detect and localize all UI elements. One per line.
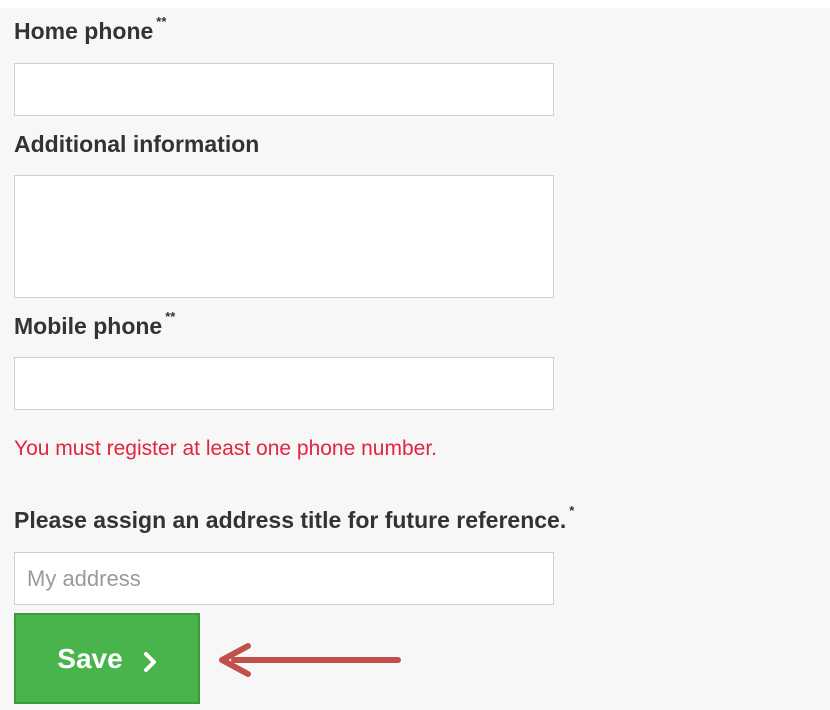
address-title-input[interactable] (14, 552, 554, 605)
chevron-right-icon (143, 648, 157, 672)
left-arrow-annotation-icon (219, 643, 401, 677)
mobile-phone-label: Mobile phone ** (14, 309, 175, 340)
home-phone-label-text: Home phone (14, 18, 154, 44)
address-title-label: Please assign an address title for futur… (14, 503, 574, 534)
phone-error-message: You must register at least one phone num… (14, 437, 437, 460)
mobile-phone-input[interactable] (14, 357, 554, 410)
home-phone-label: Home phone ** (14, 14, 166, 45)
save-button-label: Save (57, 642, 123, 674)
top-strip (0, 0, 830, 8)
address-title-label-text: Please assign an address title for futur… (14, 507, 567, 533)
additional-information-label: Additional information (14, 131, 259, 158)
mobile-phone-required-mark: ** (165, 309, 176, 324)
additional-information-textarea[interactable] (14, 175, 554, 298)
address-title-required-mark: * (569, 503, 575, 518)
address-form-page: Home phone ** Additional information Mobi… (0, 0, 830, 710)
save-button[interactable]: Save (14, 613, 200, 704)
mobile-phone-label-text: Mobile phone (14, 313, 163, 339)
additional-information-label-text: Additional information (14, 131, 260, 157)
home-phone-input[interactable] (14, 63, 554, 116)
home-phone-required-mark: ** (156, 14, 167, 29)
